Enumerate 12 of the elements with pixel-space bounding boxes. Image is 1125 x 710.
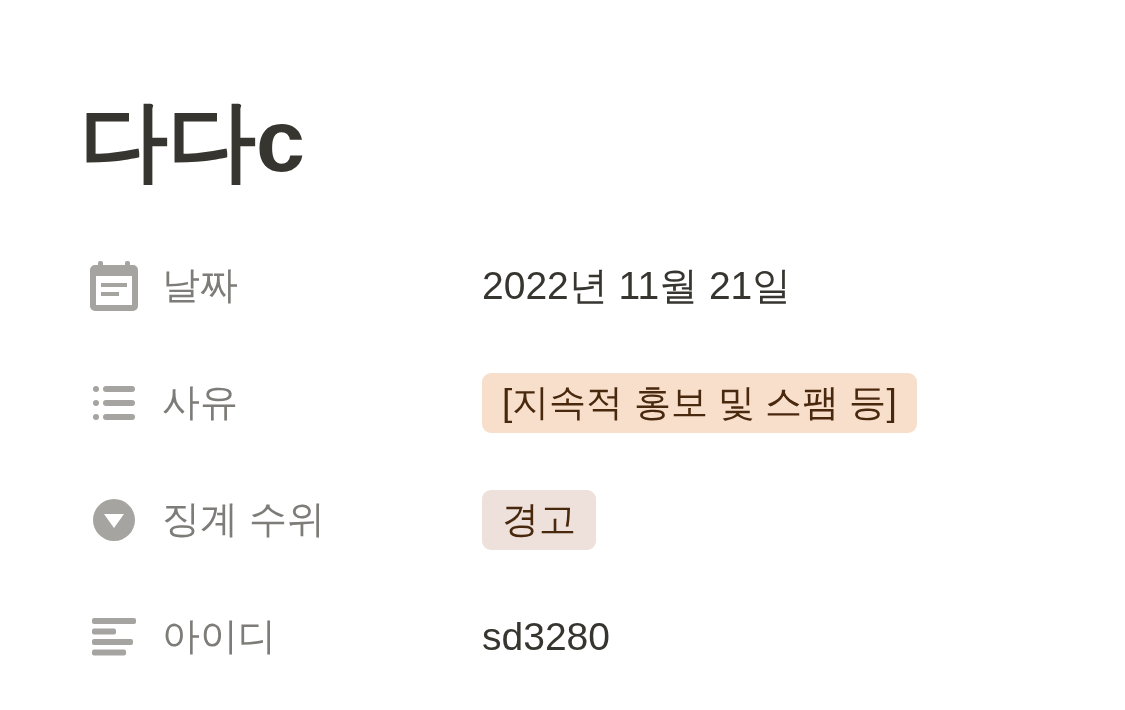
property-label: 날짜 [162,263,238,308]
property-label: 아이디 [162,614,276,659]
property-value: 2022년 11월 21일 [482,262,792,309]
property-label: 징계 수위 [162,497,325,542]
page-title: 다다c [80,90,305,192]
text-lines-icon [92,617,136,656]
property-label: 사유 [162,380,238,425]
bulleted-list-icon [93,385,135,420]
option-tag: [지속적 홍보 및 스팸 등] [482,372,917,433]
calendar-icon [90,260,138,311]
option-tag: 경고 [482,489,596,550]
property-value: sd3280 [482,614,610,659]
